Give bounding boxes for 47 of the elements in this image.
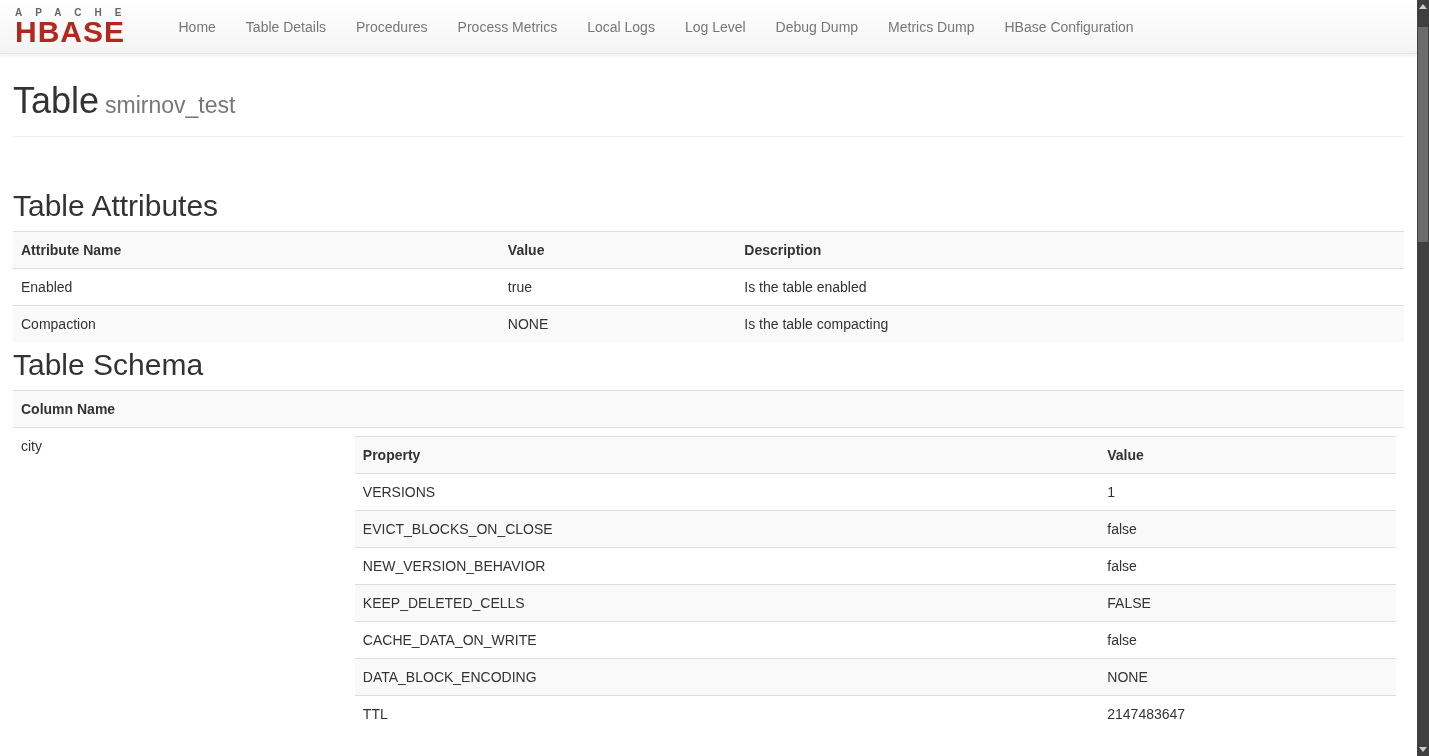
nav-link[interactable]: Home: [163, 18, 231, 35]
section-heading: Table Schema: [13, 347, 205, 383]
logo-wordmark: HBASE: [15, 17, 126, 46]
table-cell: 2147483647: [1099, 695, 1396, 732]
table-cell: NEW_VERSION_BEHAVIOR: [354, 547, 1100, 585]
section-heading: Table Attributes: [13, 188, 220, 224]
page-title: Table smirnov_test: [13, 80, 1404, 137]
scrollbar[interactable]: [1417, 0, 1429, 756]
table-cell: NONE: [499, 305, 737, 342]
nav-link[interactable]: Process Metrics: [442, 18, 573, 35]
table-cell: Is the table enabled: [736, 268, 1404, 306]
table-cell: CACHE_DATA_ON_WRITE: [354, 621, 1100, 659]
table-cell: NONE: [1099, 658, 1396, 696]
column-header: Description: [736, 231, 1404, 269]
table-cell: VERSIONS: [354, 473, 1100, 511]
table-cell: FALSE: [1099, 584, 1396, 622]
column-header: Value: [499, 231, 737, 269]
nav-link[interactable]: Metrics Dump: [873, 18, 990, 35]
table-cell: TTL: [354, 695, 1100, 732]
table-cell: Is the table compacting: [736, 305, 1404, 342]
nav-link[interactable]: Log Level: [669, 18, 761, 35]
column-header: Value: [1099, 436, 1396, 474]
table-cell: false: [1099, 547, 1396, 585]
column-header: Attribute Name: [13, 231, 500, 269]
scroll-up-icon[interactable]: [1419, 4, 1427, 9]
table-cell: false: [1099, 510, 1396, 548]
table-cell: KEEP_DELETED_CELLS: [354, 584, 1100, 622]
table-cell: Compaction: [13, 305, 500, 342]
hbase-logo[interactable]: APACHE HBASE: [0, 7, 150, 46]
table-cell: city: [13, 427, 347, 732]
nav-link[interactable]: Table Details: [230, 18, 341, 35]
table-cell: false: [1099, 621, 1396, 659]
column-header: Property: [354, 436, 1100, 474]
table-cell: DATA_BLOCK_ENCODING: [354, 658, 1100, 696]
table-cell: 1: [1099, 473, 1396, 511]
scrollbar-thumb[interactable]: [1418, 27, 1428, 242]
table-cell: EVICT_BLOCKS_ON_CLOSE: [354, 510, 1100, 548]
scroll-down-icon[interactable]: [1419, 747, 1427, 752]
table-cell: Enabled: [13, 268, 500, 306]
nav-link[interactable]: Debug Dump: [760, 18, 874, 35]
table-name: smirnov_test: [105, 92, 236, 118]
nav-link[interactable]: Local Logs: [572, 18, 670, 35]
nav-link[interactable]: Procedures: [341, 18, 443, 35]
nav-link[interactable]: HBase Configuration: [989, 18, 1149, 35]
logo-top-text: APACHE: [15, 7, 135, 18]
column-header: Column Name: [13, 390, 1404, 428]
table-cell: true: [499, 268, 737, 306]
